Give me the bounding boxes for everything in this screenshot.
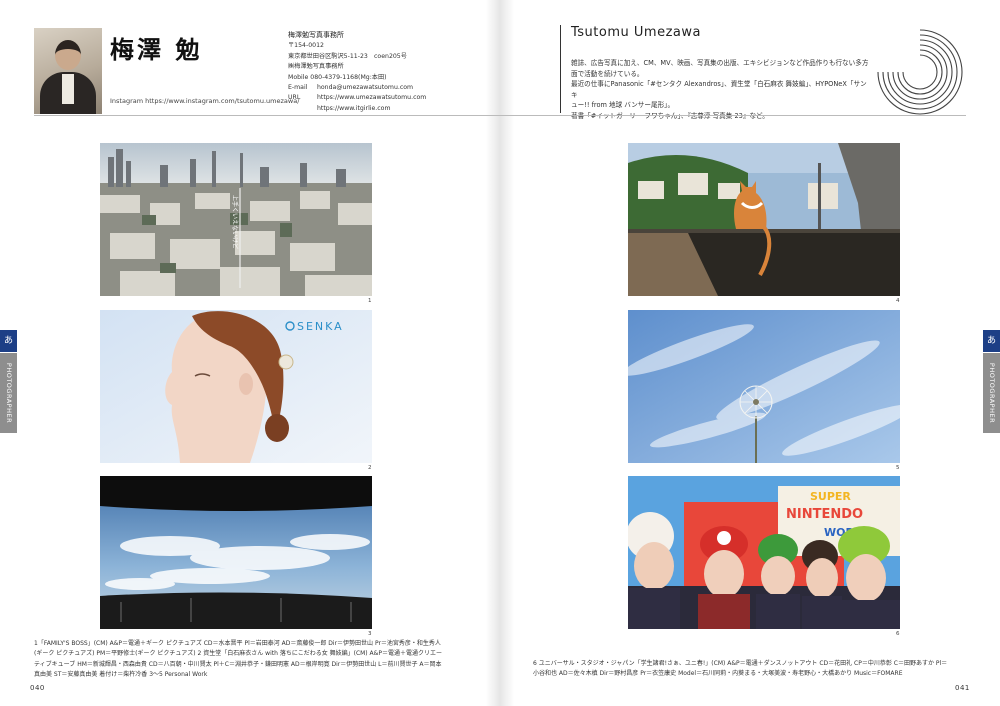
- caption-line: 真由美 ST＝安藤真由美 着付け＝柴杵冷香 3～5 Personal Work: [34, 671, 208, 679]
- bio-line: 雑誌、広告写真に加え、CM、MV、映画、写真集の出版、エキシビジョンなど作品作り…: [571, 59, 869, 67]
- address: 東京都世田谷区駒沢5-11-23 coen205号: [288, 52, 407, 60]
- sign-super: SUPER: [810, 490, 851, 503]
- tab-label-text: PHOTOGRAPHER: [987, 362, 996, 424]
- photo-city-skyline: 上手くいえないけど: [100, 143, 372, 296]
- biography: 雑誌、広告写真に加え、CM、MV、映画、写真集の出版、エキシビジョンなど作品作り…: [571, 58, 871, 122]
- photo-dandelion-sky: [628, 310, 900, 463]
- concentric-rings-decoration: [877, 29, 963, 115]
- portrait-photo: [34, 28, 102, 114]
- mobile-number: Mobile 080-4379-1168(Mg:本田): [288, 73, 387, 81]
- bio-line: 最近の仕事にPanasonic「#センタク Alexandros」、資生堂「白石…: [571, 80, 867, 99]
- photo-number: 5: [896, 465, 900, 471]
- email-link[interactable]: honda@umezawatsutomu.com: [317, 84, 413, 91]
- senka-brand-logo: SENKA: [297, 320, 344, 333]
- page-number-right: 041: [955, 684, 970, 692]
- page-number-left: 040: [30, 684, 45, 692]
- index-tab-label-right: PHOTOGRAPHER: [983, 353, 1000, 433]
- caption-line: 小谷和也 AD＝佐々木槙 Dir＝野村昌彦 Pr＝衣笠康史 Model＝石川同莉…: [533, 670, 903, 678]
- index-tab-letter-left[interactable]: あ: [0, 330, 17, 352]
- header-divider-horizontal: [34, 115, 966, 116]
- url-label: URL: [288, 94, 301, 102]
- bio-line: ュー!! from 地球 バンサー尾形」。: [571, 101, 675, 110]
- bio-line: 著書「#イットガーリー フワちゃん」、『志尊淳 写真集 23』など。: [571, 111, 871, 122]
- website-link-2[interactable]: https://www.itgirlie.com: [317, 105, 391, 112]
- bio-line: 面で活動を続けている。: [571, 69, 644, 78]
- url-row-2: https://www.itgirlie.com: [288, 104, 426, 114]
- photo-number: 6: [896, 631, 900, 637]
- instagram-link[interactable]: Instagram https://www.instagram.com/tsut…: [110, 97, 299, 105]
- photo-senka-ad: SENKA: [100, 310, 372, 463]
- tab-label-text: PHOTOGRAPHER: [4, 362, 13, 424]
- email-label: E-mail: [288, 84, 308, 92]
- caption-line: 6 ユニバーサル・スタジオ・ジャパン「学生諸君!さぁ、ユニ春!」(CM) A&P…: [533, 660, 948, 667]
- caption-line: (ギーク ピクチュアズ) PM＝平野修士(ギーク ピクチュアズ) 2 資生堂「白…: [34, 650, 442, 658]
- caption-line: 1「FAMILY'S BOSS」(CM) A&P＝電通＋ギーク ピクチュアズ C…: [34, 640, 441, 647]
- photo-overlay-text: 上手くいえないけど: [231, 195, 239, 249]
- caption-right-page: 6 ユニバーサル・スタジオ・ジャパン「学生諸君!さぁ、ユニ春!」(CM) A&P…: [533, 659, 967, 680]
- website-link[interactable]: https://www.umezawatsutomu.com: [317, 94, 426, 101]
- caption-left-page: 1「FAMILY'S BOSS」(CM) A&P＝電通＋ギーク ピクチュアズ C…: [34, 639, 482, 681]
- photographer-name-english: Tsutomu Umezawa: [571, 25, 701, 40]
- postal-code: 〒154-0012: [288, 42, 324, 50]
- photo-super-nintendo-world-group: SUPER NINTENDO WORLD: [628, 476, 900, 629]
- spread-gutter: [486, 0, 514, 706]
- sign-nintendo: NINTENDO: [786, 507, 863, 522]
- office-name: 梅澤勉写真事務所: [288, 31, 344, 39]
- photo-number: 2: [368, 465, 372, 471]
- photo-cat-on-wall: [628, 143, 900, 296]
- photo-number: 4: [896, 298, 900, 304]
- photo-number: 3: [368, 631, 372, 637]
- photographer-name-japanese: 梅澤 勉: [110, 35, 203, 64]
- header-divider-vertical: [560, 25, 561, 113]
- url-row: URL https://www.umezawatsutomu.com: [288, 93, 426, 103]
- office-name-secondary: ㈱梅澤勉写真事務所: [288, 63, 344, 71]
- index-tab-letter-right[interactable]: あ: [983, 330, 1000, 352]
- photo-stadium-sky: [100, 476, 372, 629]
- index-tab-label-left: PHOTOGRAPHER: [0, 353, 17, 433]
- contact-block: 梅澤勉写真事務所 〒154-0012 東京都世田谷区駒沢5-11-23 coen…: [288, 30, 426, 114]
- caption-line: ティブキューブ HM＝新城輝昌・西森由貴 CD＝八百朝・中川賢太 Pl＋C＝淵井…: [34, 660, 442, 668]
- email-row: E-mail honda@umezawatsutomu.com: [288, 83, 426, 93]
- photo-number: 1: [368, 298, 372, 304]
